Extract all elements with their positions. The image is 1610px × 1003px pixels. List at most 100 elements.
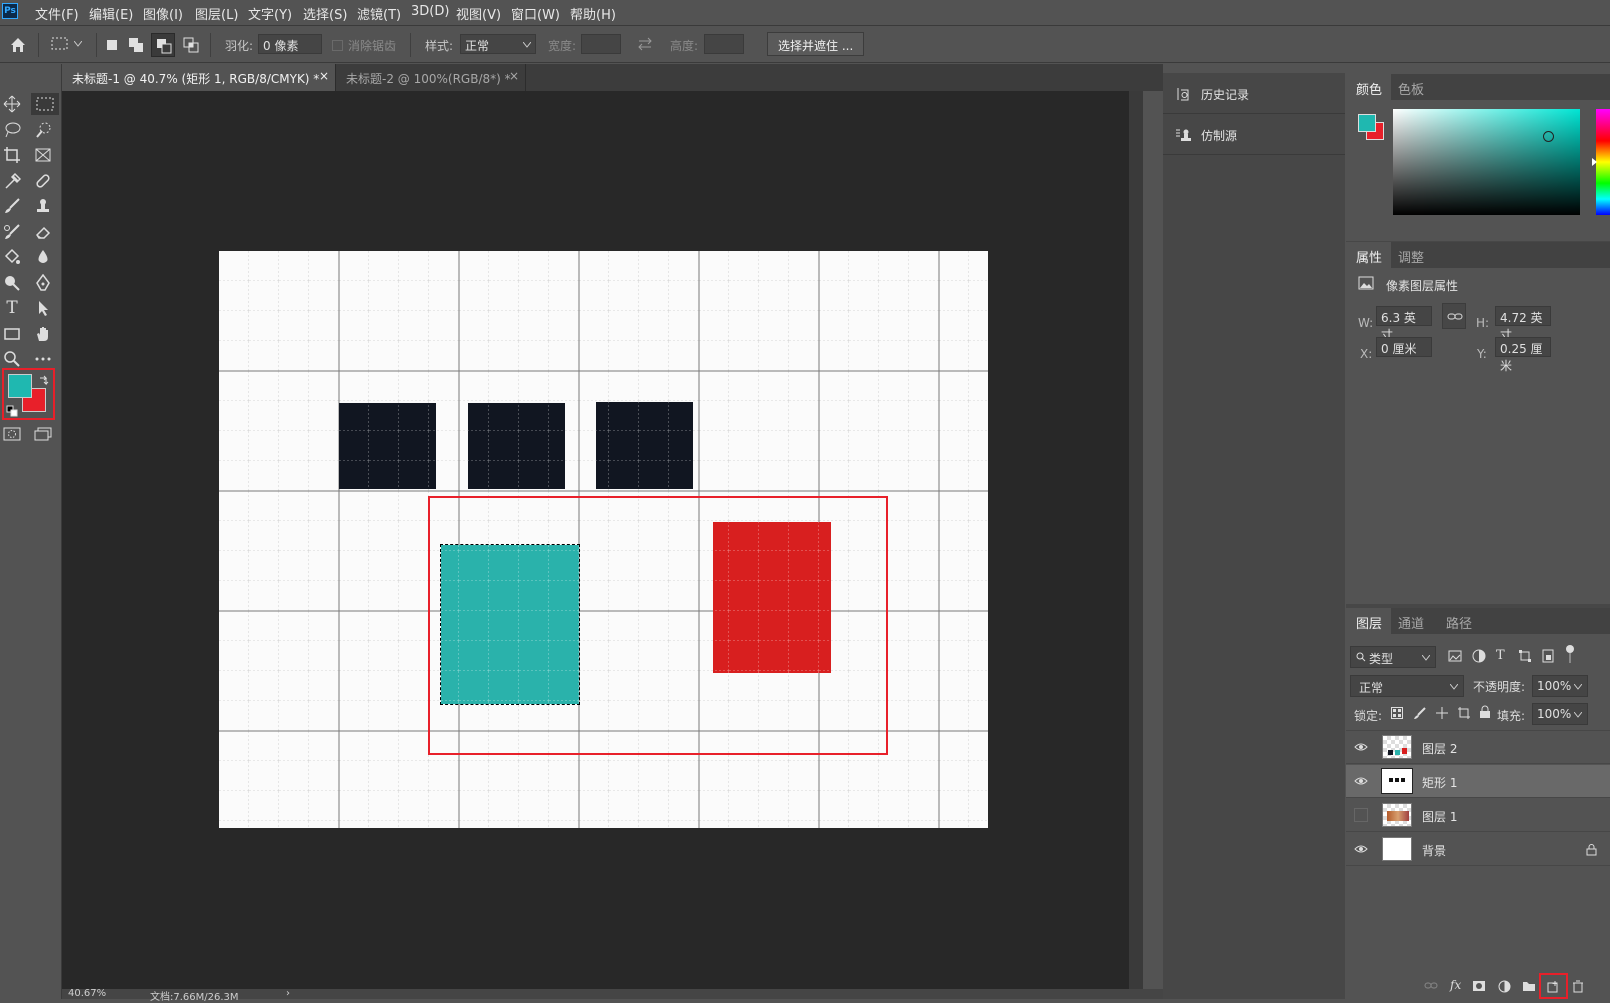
healing-brush-tool[interactable]	[31, 170, 55, 192]
dodge-tool[interactable]	[0, 272, 24, 294]
quick-mask-button[interactable]	[0, 423, 24, 445]
frame-tool[interactable]	[31, 144, 55, 166]
height-field[interactable]: 4.72 英寸	[1495, 306, 1551, 342]
menu-help[interactable]: 帮助(H)	[570, 4, 616, 23]
tab-properties[interactable]: 属性	[1346, 242, 1391, 268]
history-brush-tool[interactable]	[0, 221, 24, 243]
color-panel-foreground[interactable]	[1358, 114, 1376, 132]
link-layers-icon[interactable]	[1424, 981, 1438, 991]
rectangle-tool[interactable]	[0, 323, 24, 345]
filter-smart-object-icon[interactable]	[1541, 649, 1555, 663]
path-select-tool[interactable]	[31, 297, 55, 319]
color-picker-cursor[interactable]	[1543, 131, 1554, 142]
filter-type-icon[interactable]: T	[1496, 648, 1505, 663]
panel-dock-header[interactable]	[1346, 64, 1610, 73]
tab-color[interactable]: 颜色	[1346, 74, 1391, 100]
lock-transparent-icon[interactable]	[1391, 707, 1403, 719]
tab-layers[interactable]: 图层	[1346, 608, 1391, 634]
menu-filter[interactable]: 滤镜(T)	[357, 4, 401, 23]
blur-tool[interactable]	[31, 246, 55, 268]
vertical-scrollbar[interactable]	[1129, 91, 1143, 991]
visibility-toggle-off[interactable]	[1354, 808, 1368, 822]
chevron-down-icon[interactable]	[1574, 684, 1582, 690]
layer-row-layer-1[interactable]: 图层 1	[1346, 799, 1610, 832]
document-canvas[interactable]	[219, 251, 988, 828]
menu-image[interactable]: 图像(I)	[143, 4, 183, 23]
new-selection-icon[interactable]	[105, 38, 119, 52]
subtract-selection-button[interactable]	[151, 33, 175, 57]
more-tools-button[interactable]	[31, 348, 55, 370]
chevron-down-icon[interactable]	[74, 41, 82, 47]
zoom-tool[interactable]	[0, 348, 24, 370]
zoom-level[interactable]: 40.67%	[68, 988, 106, 999]
pen-tool[interactable]	[31, 272, 55, 294]
menu-layer[interactable]: 图层(L)	[195, 4, 238, 23]
brush-tool[interactable]	[0, 195, 24, 217]
type-tool[interactable]: T	[0, 297, 24, 319]
dark-rectangle-1[interactable]	[339, 403, 436, 489]
color-picker-field[interactable]	[1393, 109, 1580, 215]
photoshop-logo-icon[interactable]: Ps	[2, 3, 18, 19]
hand-tool[interactable]	[31, 323, 55, 345]
filter-adjustment-icon[interactable]	[1472, 649, 1486, 663]
lasso-tool[interactable]	[0, 119, 24, 141]
menu-view[interactable]: 视图(V)	[456, 4, 501, 23]
feather-input[interactable]: 0 像素	[258, 34, 322, 54]
dark-rectangle-2[interactable]	[468, 403, 565, 489]
menu-3d[interactable]: 3D(D)	[411, 4, 449, 19]
tab-document-1[interactable]: 未标题-1 @ 40.7% (矩形 1, RGB/8/CMYK) * ×	[62, 64, 336, 91]
tab-swatches[interactable]: 色板	[1398, 79, 1424, 98]
filter-shape-icon[interactable]	[1518, 649, 1532, 663]
crop-tool[interactable]	[0, 144, 24, 166]
height-input[interactable]	[704, 34, 744, 54]
home-icon[interactable]	[9, 36, 27, 54]
style-select[interactable]: 正常	[460, 34, 536, 54]
quick-select-tool[interactable]	[31, 119, 55, 141]
menu-window[interactable]: 窗口(W)	[511, 4, 560, 23]
toolbar-grip[interactable]	[0, 64, 62, 76]
antialias-checkbox[interactable]	[332, 40, 343, 51]
close-icon[interactable]: ×	[319, 69, 329, 83]
delete-layer-icon[interactable]	[1572, 980, 1584, 993]
paint-bucket-tool[interactable]	[0, 246, 24, 268]
menu-file[interactable]: 文件(F)	[35, 4, 79, 23]
intersect-selection-icon[interactable]	[183, 37, 199, 53]
layer-filter-select[interactable]: 类型	[1350, 646, 1436, 668]
tab-paths[interactable]: 路径	[1446, 613, 1472, 632]
tab-document-2[interactable]: 未标题-2 @ 100%(RGB/8*) * ×	[336, 64, 526, 91]
x-field[interactable]: 0 厘米	[1376, 337, 1432, 357]
clone-source-panel-button[interactable]: 仿制源	[1163, 115, 1345, 155]
menu-edit[interactable]: 编辑(E)	[89, 4, 133, 23]
adjustment-layer-icon[interactable]	[1498, 980, 1511, 993]
dark-rectangle-3[interactable]	[596, 402, 693, 489]
layer-row-layer-2[interactable]: 图层 2	[1346, 731, 1610, 764]
foreground-color-swatch[interactable]	[8, 374, 32, 398]
new-group-icon[interactable]	[1522, 980, 1536, 992]
hue-slider-handle[interactable]	[1592, 158, 1597, 166]
y-field[interactable]: 0.25 厘米	[1495, 337, 1551, 373]
add-mask-icon[interactable]	[1472, 980, 1486, 992]
tab-adjustments[interactable]: 调整	[1398, 247, 1424, 266]
screen-mode-button[interactable]	[31, 423, 55, 445]
filter-toggle[interactable]	[1564, 644, 1574, 664]
chevron-down-icon[interactable]	[1574, 712, 1582, 718]
swap-dimensions-icon[interactable]	[637, 37, 653, 51]
menu-select[interactable]: 选择(S)	[303, 4, 347, 23]
filter-pixel-icon[interactable]	[1448, 650, 1462, 662]
eye-icon[interactable]	[1354, 774, 1368, 788]
width-input[interactable]	[581, 34, 621, 54]
lock-all-icon[interactable]	[1479, 705, 1491, 719]
lock-artboard-icon[interactable]	[1457, 706, 1471, 720]
panel-dock-header[interactable]	[1163, 64, 1345, 73]
marquee-tool[interactable]	[31, 93, 59, 115]
lock-position-icon[interactable]	[1435, 706, 1449, 720]
blend-mode-select[interactable]: 正常	[1350, 675, 1464, 697]
lock-pixels-icon[interactable]	[1413, 706, 1427, 720]
tab-channels[interactable]: 通道	[1398, 613, 1424, 632]
eraser-tool[interactable]	[31, 221, 55, 243]
history-panel-button[interactable]: 历史记录	[1163, 74, 1345, 114]
select-and-mask-button[interactable]: 选择并遮住 ...	[767, 32, 865, 56]
stamp-tool[interactable]	[31, 195, 55, 217]
eye-icon[interactable]	[1354, 842, 1368, 856]
status-arrow-icon[interactable]: ›	[286, 988, 290, 999]
